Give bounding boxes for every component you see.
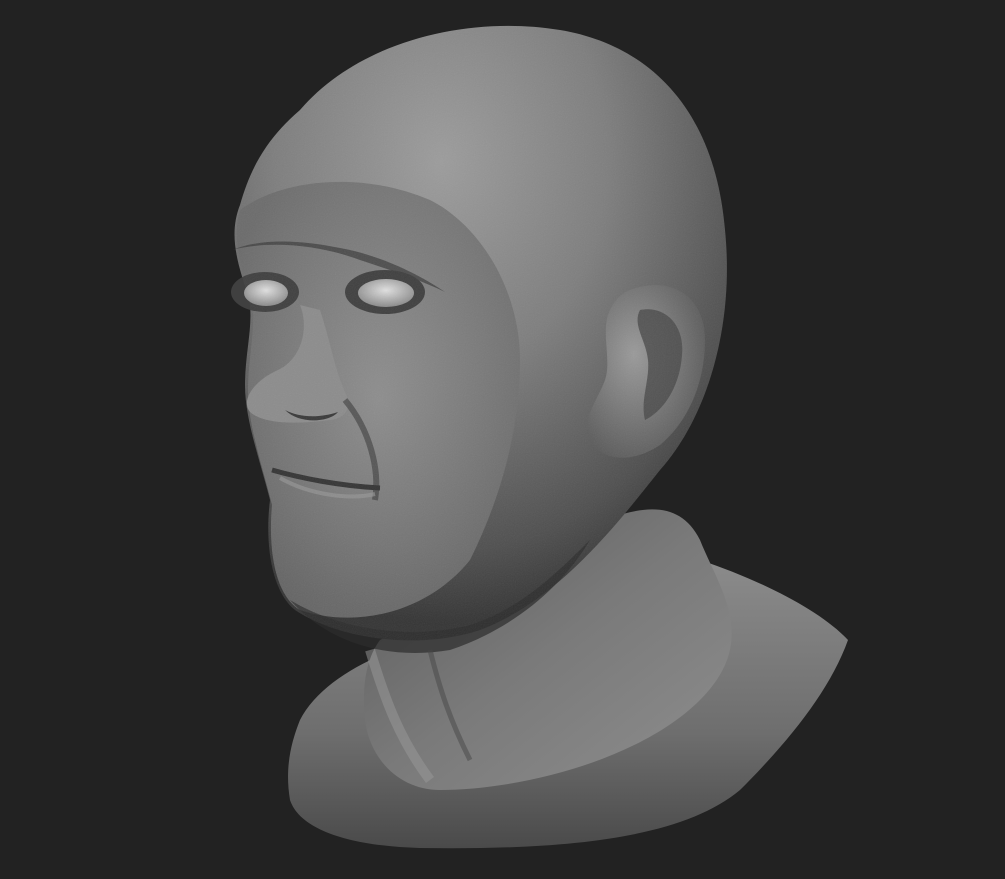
head-bust-sculpt: [231, 25, 849, 849]
sculpt-viewport[interactable]: [0, 0, 1005, 879]
